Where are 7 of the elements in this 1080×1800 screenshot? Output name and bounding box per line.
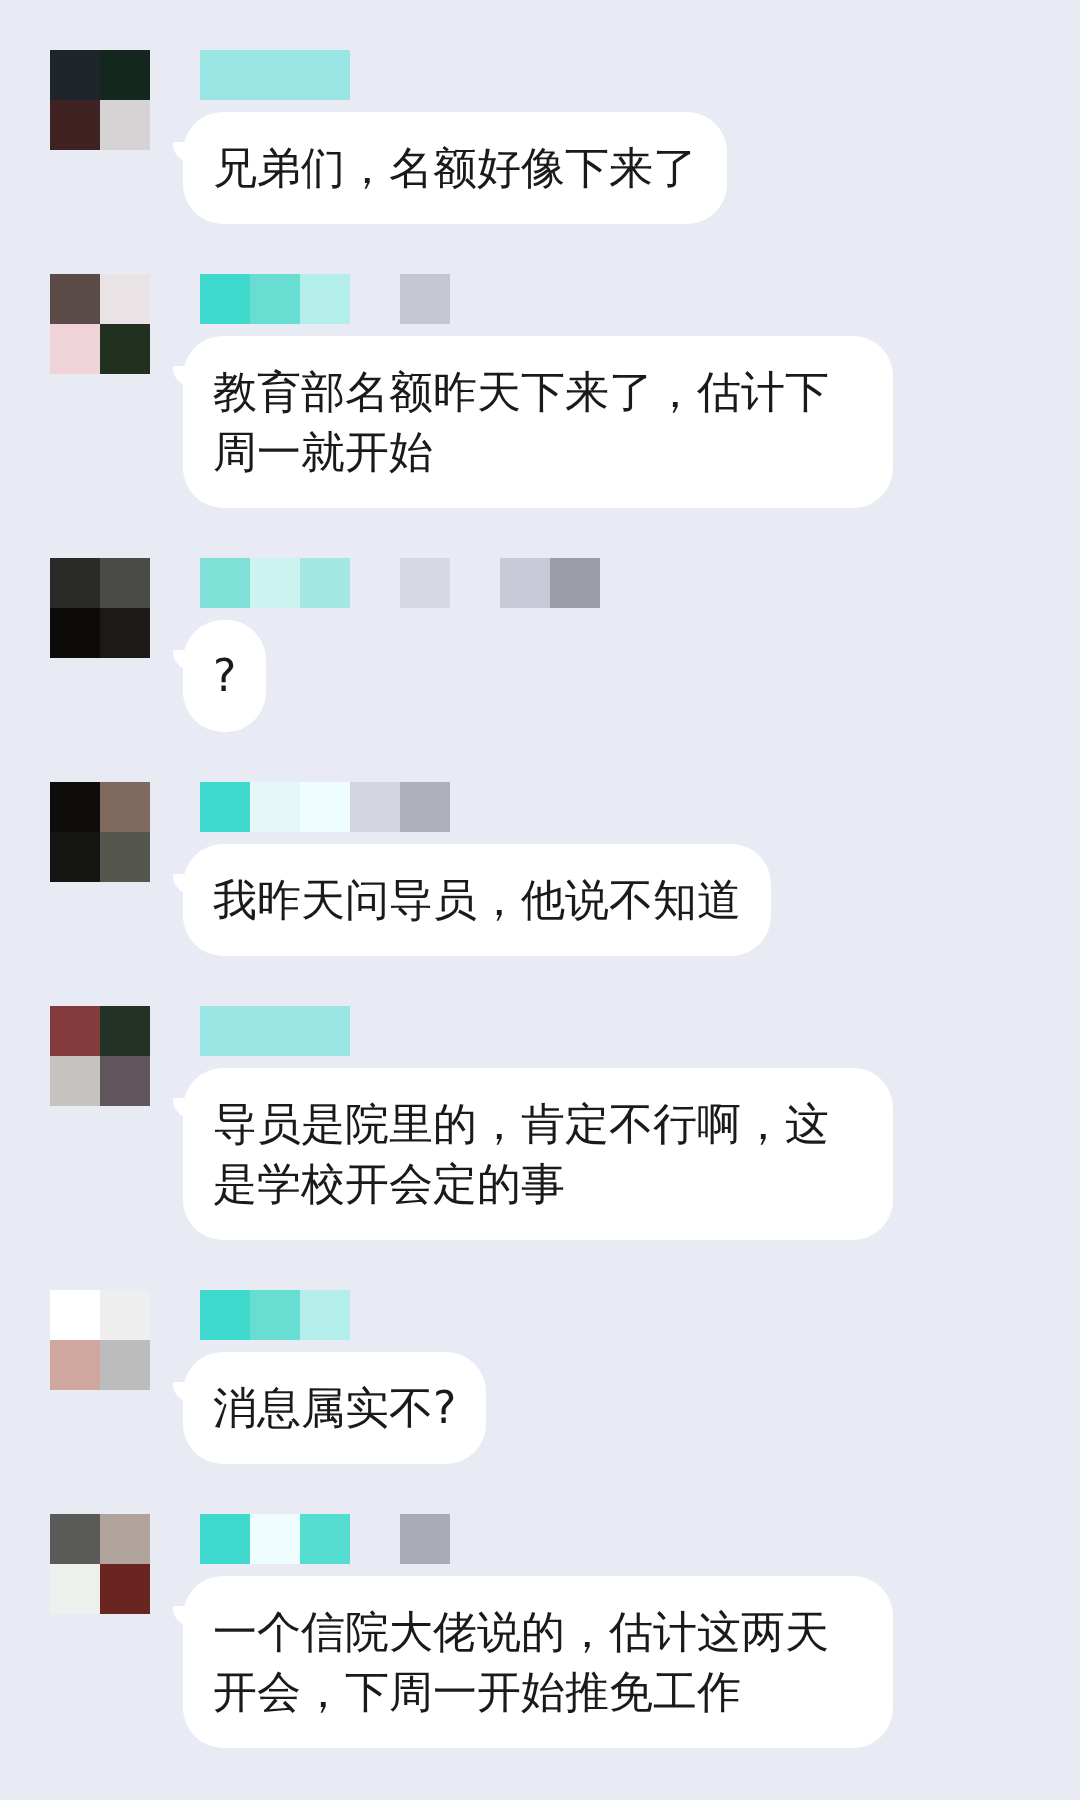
message-bubble: 教育部名额昨天下来了，估计下周一就开始 (171, 336, 893, 508)
message-bubble: 导员是院里的，肯定不行啊，这是学校开会定的事 (171, 1068, 893, 1240)
message-bubble: 消息属实不? (171, 1352, 487, 1464)
message-bubble: 我昨天问导员，他说不知道 (171, 844, 771, 956)
message-bubble: ? (171, 620, 267, 732)
message-bubble: 兄弟们，名额好像下来了 (171, 112, 727, 224)
message-bubble: 一个信院大佬说的，估计这两天开会，下周一开始推免工作 (171, 1576, 893, 1748)
